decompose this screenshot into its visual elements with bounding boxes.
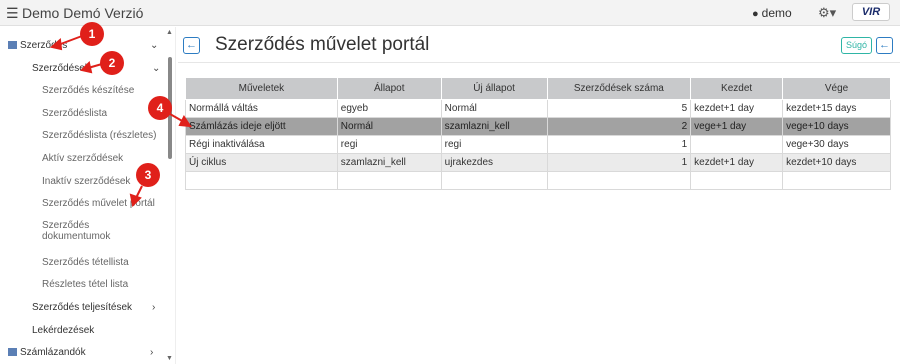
callout-badge-1: 1: [80, 22, 104, 46]
callout-arrowhead-4: [178, 115, 193, 128]
callout-arrowhead-2: [80, 61, 93, 74]
callout-badge-4: 4: [148, 96, 172, 120]
callout-badge-3: 3: [136, 163, 160, 187]
callout-badge-2: 2: [100, 51, 124, 75]
callout-arrowhead-3: [129, 193, 142, 208]
callout-arrowhead-1: [49, 37, 63, 51]
callout-arrow-1: [57, 35, 83, 46]
callout-arrows: [49, 35, 193, 208]
